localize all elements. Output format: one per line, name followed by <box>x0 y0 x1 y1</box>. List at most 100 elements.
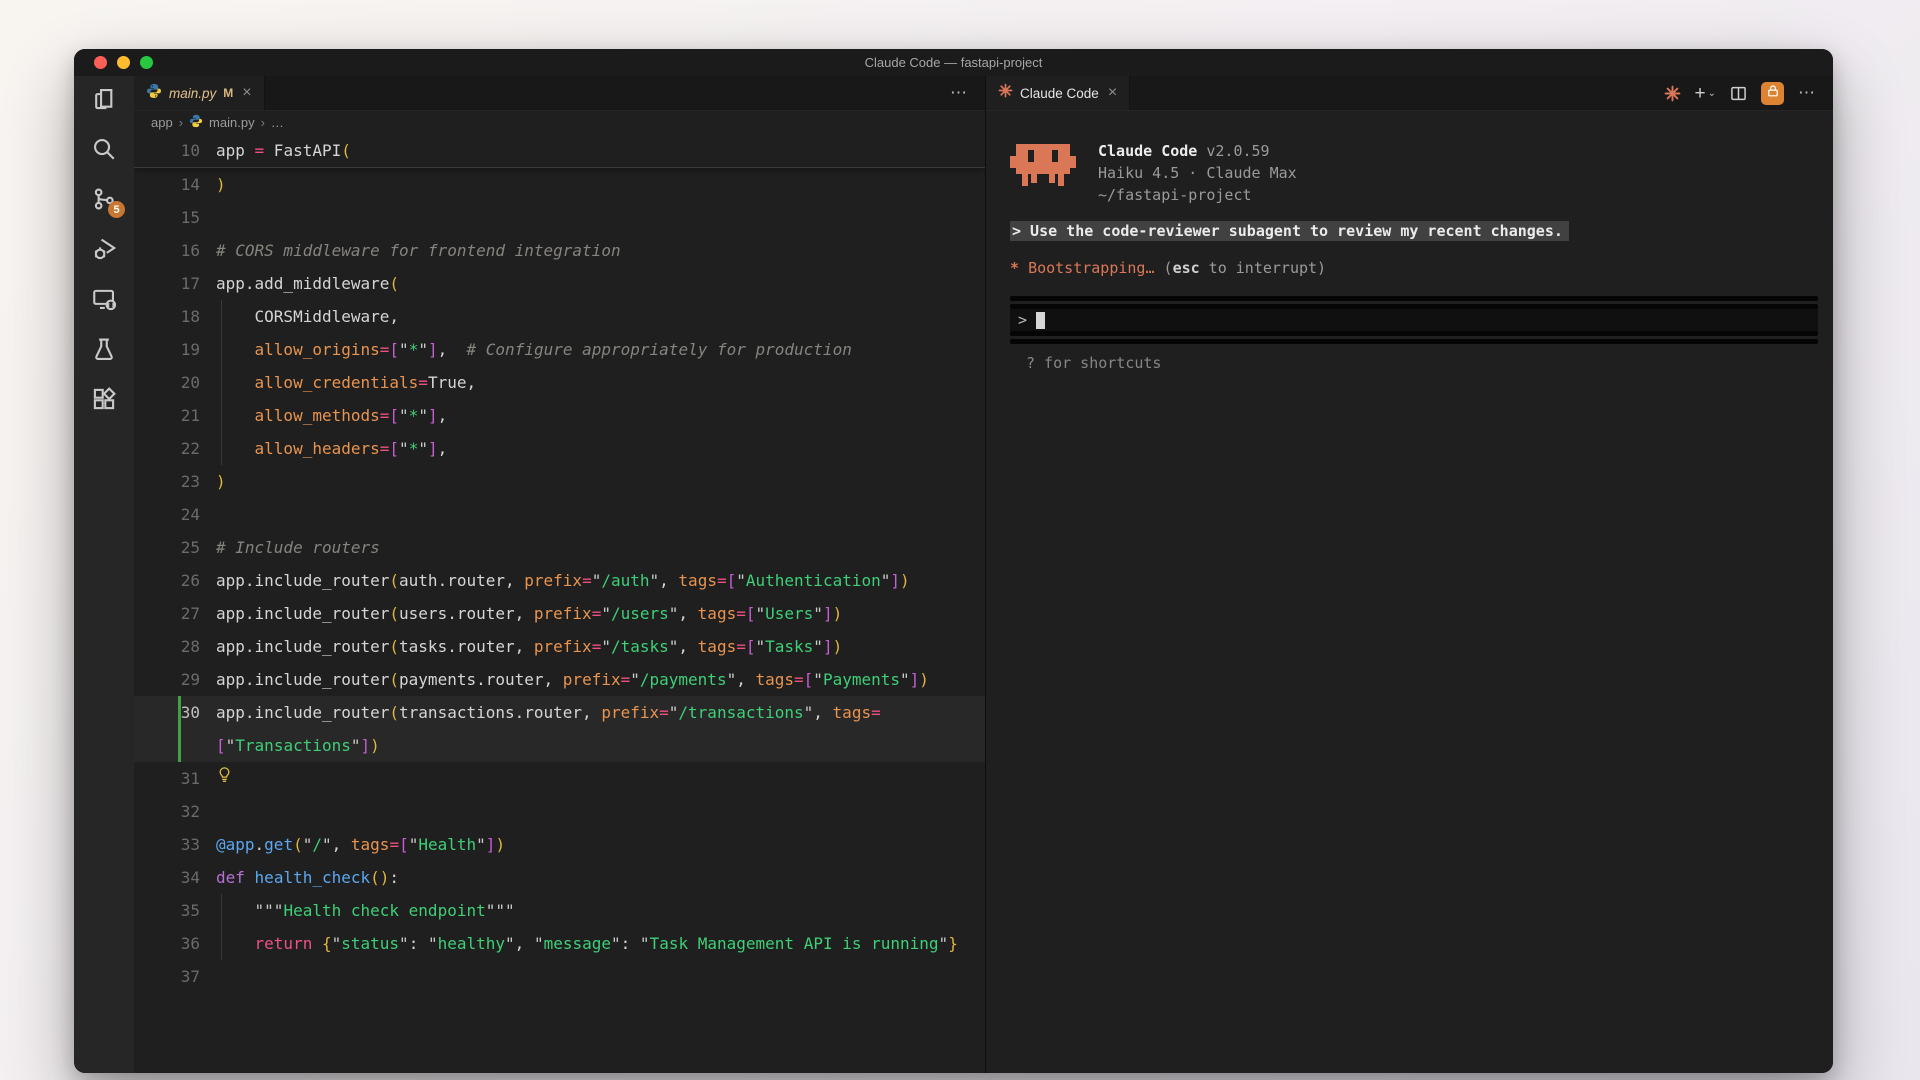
line-number: 19 <box>180 340 200 359</box>
line-number: 34 <box>180 868 200 887</box>
editor-group-left: main.py M × ⋯ app › main.py › … 10 app = … <box>134 76 985 1073</box>
tab-claude-code[interactable]: Claude Code × <box>986 76 1131 110</box>
shortcuts-hint: ? for shortcuts <box>1026 354 1162 372</box>
prompt-input[interactable]: > <box>1010 309 1818 331</box>
breadcrumb-item-symbol[interactable]: … <box>271 115 284 130</box>
code-line[interactable]: 21 allow_methods=["*"], <box>134 399 985 432</box>
more-actions-icon[interactable]: ⋯ <box>1798 83 1816 103</box>
status-hint-open: ( <box>1163 259 1173 277</box>
sidebar-item-extensions[interactable] <box>74 376 134 426</box>
claude-spark-icon[interactable] <box>1664 85 1681 102</box>
line-number: 20 <box>180 373 200 392</box>
code-line[interactable]: 33 @app.get("/", tags=["Health"]) <box>134 828 985 861</box>
code-line[interactable]: 25 # Include routers <box>134 531 985 564</box>
close-window-button[interactable] <box>94 56 107 69</box>
code-line[interactable]: 32 <box>134 795 985 828</box>
line-number: 32 <box>180 802 200 821</box>
gutter-change-indicator <box>178 696 181 729</box>
line-number: 30 <box>180 703 200 722</box>
code-line[interactable]: 28 app.include_router(tasks.router, prefi… <box>134 630 985 663</box>
text-cursor <box>1036 311 1046 329</box>
editor-group-lock-button[interactable] <box>1761 81 1784 105</box>
code-line[interactable]: 16 # CORS middleware for frontend integra… <box>134 234 985 267</box>
line-number: 28 <box>180 637 200 656</box>
claude-code-panel: Claude Code v2.0.59 Haiku 4.5 · Claude M… <box>986 111 1833 1073</box>
line-number: 24 <box>180 505 200 524</box>
sidebar-item-remote-explorer[interactable] <box>74 276 134 326</box>
breadcrumb[interactable]: app › main.py › … <box>134 111 985 134</box>
code-line[interactable]: 34 def health_check(): <box>134 861 985 894</box>
lock-icon <box>1766 84 1780 103</box>
code-line[interactable]: 37 <box>134 960 985 993</box>
code-line[interactable]: 17 app.add_middleware( <box>134 267 985 300</box>
breadcrumb-item-app[interactable]: app <box>151 115 173 130</box>
code-line[interactable]: 23) <box>134 465 985 498</box>
sidebar-item-testing[interactable] <box>74 326 134 376</box>
status-hint-rest: to interrupt) <box>1199 259 1327 277</box>
explorer-icon <box>91 86 117 117</box>
code-line[interactable]: ["Transactions"]) <box>134 729 985 762</box>
extensions-icon <box>91 386 117 417</box>
prompt-chevron: > <box>1018 311 1028 329</box>
code-line[interactable]: 14) <box>134 168 985 201</box>
plus-icon: + <box>1694 82 1706 104</box>
chevron-right-icon: › <box>260 115 265 130</box>
code-line[interactable]: 30 app.include_router(transactions.router… <box>134 696 985 729</box>
code-line[interactable]: 36 return {"status": "healthy", "message… <box>134 927 985 960</box>
panel-title: Claude Code <box>1098 142 1198 160</box>
code-line[interactable]: 27 app.include_router(users.router, prefi… <box>134 597 985 630</box>
tab-main-py[interactable]: main.py M × <box>134 76 265 110</box>
sidebar-item-search[interactable] <box>74 126 134 176</box>
editor-actions-icon[interactable]: ⋯ <box>950 83 968 103</box>
code-line[interactable]: 26 app.include_router(auth.router, prefix… <box>134 564 985 597</box>
code-line[interactable]: 31 <box>134 762 985 795</box>
sticky-scroll-line[interactable]: 10 app = FastAPI( <box>134 134 985 168</box>
line-number: 15 <box>180 208 200 227</box>
tab-close-icon[interactable]: × <box>1106 83 1119 103</box>
code-line[interactable]: 22 allow_headers=["*"], <box>134 432 985 465</box>
line-number: 10 <box>180 141 200 160</box>
split-editor-icon[interactable] <box>1730 85 1747 102</box>
code-lines: 14) 15 16 # CORS middleware for frontend in… <box>134 168 985 993</box>
editor-group-right: Claude Code × + ⌄ ⋯ Claude Code v2.0.59 … <box>986 76 1833 1073</box>
panel-model: Haiku 4.5 · Claude Max <box>1098 164 1297 182</box>
code-line[interactable]: 35 """Health check endpoint""" <box>134 894 985 927</box>
line-number: 33 <box>180 835 200 854</box>
new-terminal-button[interactable]: + ⌄ <box>1695 84 1717 103</box>
sidebar-item-run-debug[interactable] <box>74 226 134 276</box>
breadcrumb-item-file[interactable]: main.py <box>209 115 255 130</box>
status-line: * Bootstrapping… (esc to interrupt) <box>1010 257 1818 279</box>
code-line[interactable]: 19 allow_origins=["*"], # Configure appr… <box>134 333 985 366</box>
code-editor[interactable]: 10 app = FastAPI( 14) 15 16 # CORS middlewar… <box>134 134 985 1073</box>
lightbulb-icon[interactable] <box>216 761 233 794</box>
minimize-window-button[interactable] <box>117 56 130 69</box>
tab-close-icon[interactable]: × <box>240 83 253 103</box>
sidebar-item-explorer[interactable] <box>74 76 134 126</box>
code-line[interactable]: 29 app.include_router(payments.router, pr… <box>134 663 985 696</box>
code-line[interactable]: 24 <box>134 498 985 531</box>
python-file-icon <box>189 114 203 131</box>
input-border-bottom <box>1010 339 1818 344</box>
line-number: 37 <box>180 967 200 986</box>
line-number: 16 <box>180 241 200 260</box>
line-number: 22 <box>180 439 200 458</box>
tab-label: Claude Code <box>1020 85 1099 101</box>
code-line[interactable]: 20 allow_credentials=True, <box>134 366 985 399</box>
esc-key-hint: esc <box>1172 259 1200 277</box>
code-line[interactable]: 10 app = FastAPI( <box>134 134 985 167</box>
testing-icon <box>91 336 117 367</box>
line-number: 31 <box>180 769 200 788</box>
user-message: > Use the code-reviewer subagent to revi… <box>1010 221 1569 241</box>
line-number: 23 <box>180 472 200 491</box>
spinner-icon: * <box>1010 259 1020 277</box>
line-number: 36 <box>180 934 200 953</box>
code-line[interactable]: 15 <box>134 201 985 234</box>
code-line[interactable]: 18 CORSMiddleware, <box>134 300 985 333</box>
python-file-icon <box>146 83 162 104</box>
line-number: 18 <box>180 307 200 326</box>
line-number: 14 <box>180 175 200 194</box>
zoom-window-button[interactable] <box>140 56 153 69</box>
sidebar-item-source-control[interactable]: 5 <box>74 176 134 226</box>
line-number: 21 <box>180 406 200 425</box>
line-number: 26 <box>180 571 200 590</box>
